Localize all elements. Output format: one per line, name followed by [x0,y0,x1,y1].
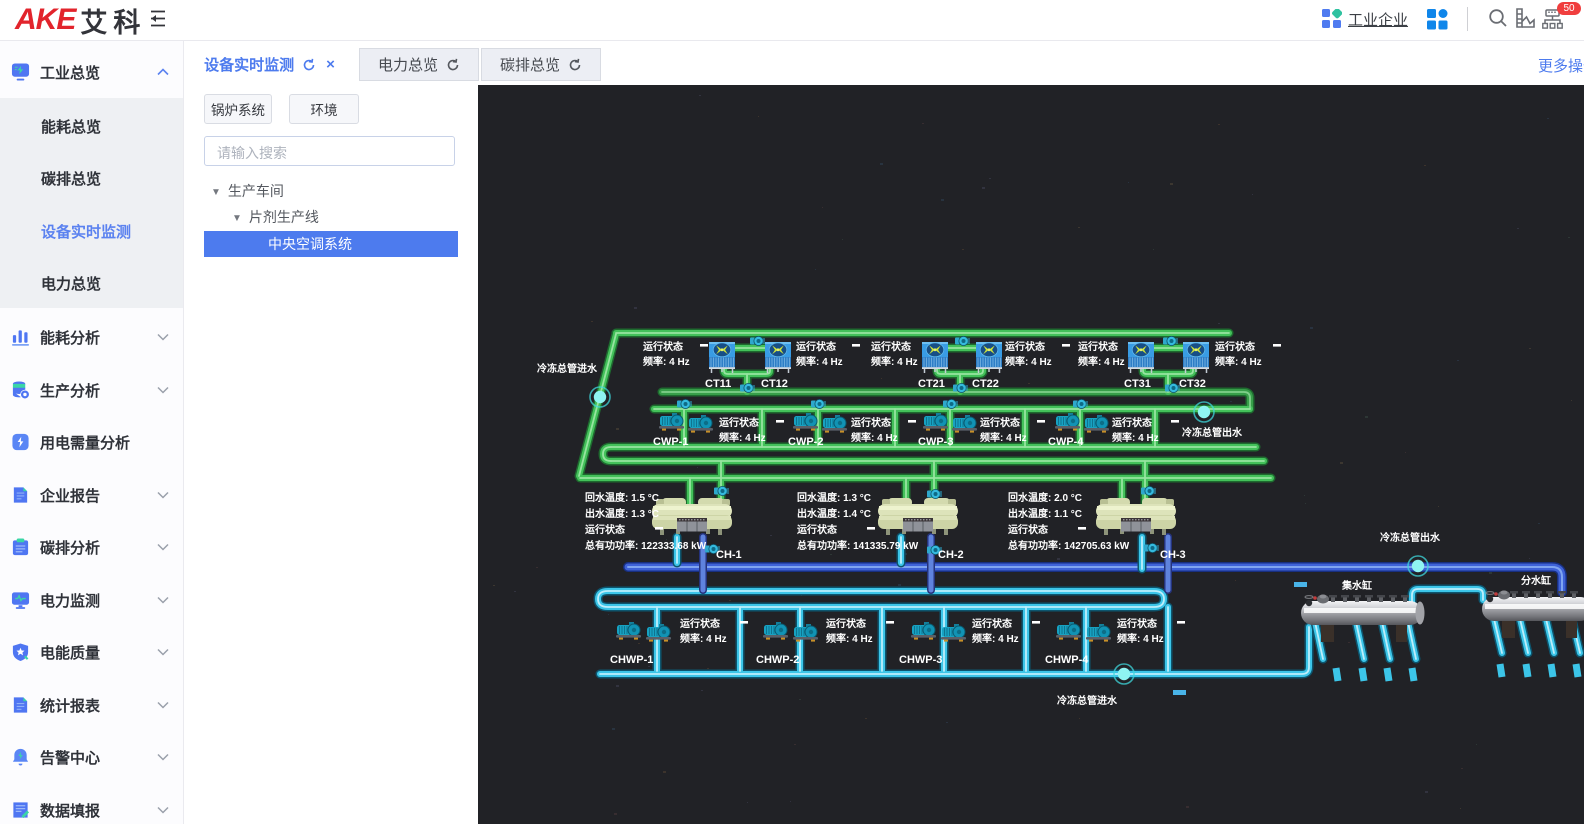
svg-text:CH-1: CH-1 [716,549,742,561]
svg-text:运行状态: 运行状态 [1005,340,1045,353]
svg-text:运行状态: 运行状态 [585,523,625,536]
svg-text:运行状态: 运行状态 [680,617,720,630]
svg-text:运行状态: 运行状态 [826,617,866,630]
svg-text:CH-3: CH-3 [1160,549,1186,561]
svg-text:频率: 4 Hz: 频率: 4 Hz [871,355,918,368]
svg-text:总有功功率: 141335.79 kW: 总有功功率: 141335.79 kW [797,539,919,552]
svg-text:总有功功率: 142705.63 kW: 总有功功率: 142705.63 kW [1008,539,1130,552]
svg-text:CHWP-1: CHWP-1 [610,654,653,666]
svg-text:回水温度: 1.3 °C: 回水温度: 1.3 °C [797,491,871,504]
svg-text:频率: 4 Hz: 频率: 4 Hz [1117,632,1164,645]
svg-text:频率: 4 Hz: 频率: 4 Hz [826,632,873,645]
svg-text:频率: 4 Hz: 频率: 4 Hz [643,355,690,368]
svg-text:CT11: CT11 [705,378,731,390]
svg-text:总有功功率: 122333.68 kW: 总有功功率: 122333.68 kW [585,539,707,552]
svg-text:集水缸: 集水缸 [1341,579,1372,592]
svg-text:运行状态: 运行状态 [796,340,836,353]
svg-text:频率: 4 Hz: 频率: 4 Hz [796,355,843,368]
svg-text:CWP-4: CWP-4 [1048,436,1084,448]
svg-text:冷冻总管进水: 冷冻总管进水 [1057,694,1118,707]
svg-text:CT21: CT21 [918,378,945,390]
svg-text:出水温度: 1.1 °C: 出水温度: 1.1 °C [1008,507,1082,520]
svg-text:CHWP-3: CHWP-3 [899,654,942,666]
svg-text:出水温度: 1.4 °C: 出水温度: 1.4 °C [797,507,871,520]
svg-text:运行状态: 运行状态 [1112,416,1152,429]
svg-text:频率: 4 Hz: 频率: 4 Hz [980,431,1027,444]
svg-text:频率: 4 Hz: 频率: 4 Hz [1112,431,1159,444]
svg-text:CT32: CT32 [1179,378,1206,390]
svg-text:频率: 4 Hz: 频率: 4 Hz [851,431,898,444]
svg-text:回水温度: 1.5 °C: 回水温度: 1.5 °C [585,491,659,504]
svg-text:运行状态: 运行状态 [1117,617,1157,630]
svg-text:运行状态: 运行状态 [980,416,1020,429]
svg-text:运行状态: 运行状态 [643,340,683,353]
svg-text:CT12: CT12 [761,378,788,390]
svg-text:CHWP-2: CHWP-2 [756,654,799,666]
svg-text:冷冻总管出水: 冷冻总管出水 [1182,426,1243,439]
svg-text:运行状态: 运行状态 [851,416,891,429]
svg-text:冷冻总管出水: 冷冻总管出水 [1380,531,1441,544]
svg-text:CH-2: CH-2 [938,549,964,561]
svg-text:CWP-2: CWP-2 [788,436,823,448]
svg-text:运行状态: 运行状态 [1078,340,1118,353]
svg-text:运行状态: 运行状态 [871,340,911,353]
svg-text:CWP-1: CWP-1 [653,436,688,448]
svg-text:运行状态: 运行状态 [797,523,837,536]
svg-text:CT22: CT22 [972,378,999,390]
svg-text:冷冻总管进水: 冷冻总管进水 [537,362,598,375]
svg-text:频率: 4 Hz: 频率: 4 Hz [972,632,1019,645]
svg-text:回水温度: 2.0 °C: 回水温度: 2.0 °C [1008,491,1082,504]
svg-text:频率: 4 Hz: 频率: 4 Hz [1078,355,1125,368]
svg-text:CT31: CT31 [1124,378,1151,390]
svg-text:频率: 4 Hz: 频率: 4 Hz [1215,355,1262,368]
svg-text:运行状态: 运行状态 [1008,523,1048,536]
svg-text:出水温度: 1.3 °C: 出水温度: 1.3 °C [585,507,659,520]
svg-text:分水缸: 分水缸 [1521,574,1551,587]
svg-text:频率: 4 Hz: 频率: 4 Hz [719,431,766,444]
svg-text:CHWP-4: CHWP-4 [1045,654,1089,666]
svg-text:频率: 4 Hz: 频率: 4 Hz [680,632,727,645]
svg-text:运行状态: 运行状态 [1215,340,1255,353]
svg-text:运行状态: 运行状态 [972,617,1012,630]
svg-text:CWP-3: CWP-3 [918,436,953,448]
svg-text:运行状态: 运行状态 [719,416,759,429]
svg-text:频率: 4 Hz: 频率: 4 Hz [1005,355,1052,368]
